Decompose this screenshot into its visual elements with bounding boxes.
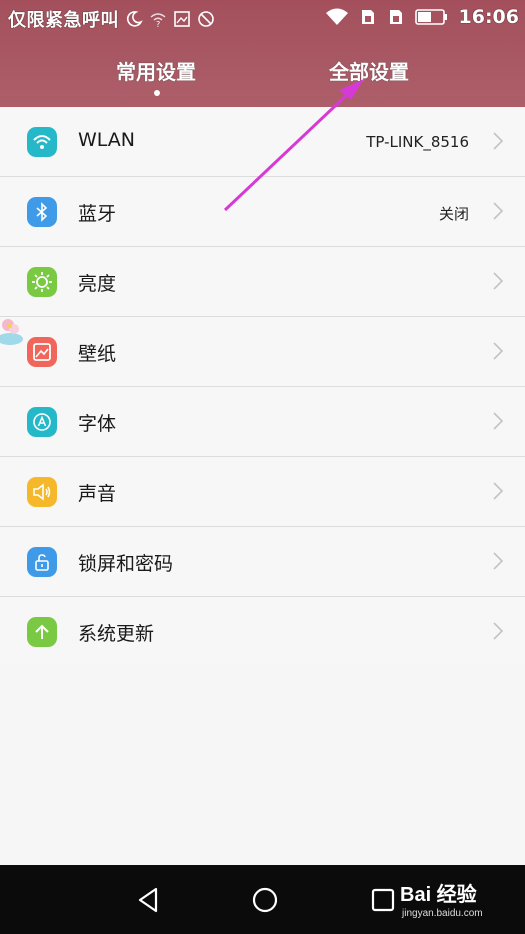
chevron-right-icon xyxy=(493,622,504,640)
update-icon xyxy=(27,617,57,647)
settings-item-value: 关闭 xyxy=(438,205,469,223)
sim-card-2-icon xyxy=(389,10,402,24)
no-disturb-icon xyxy=(198,11,214,27)
brightness-icon xyxy=(27,267,57,297)
status-bar: 仅限紧急呼叫 ? 16:06 xyxy=(0,0,525,38)
settings-item-wallpaper[interactable]: 壁纸 xyxy=(0,317,525,387)
settings-item-label: WLAN xyxy=(78,129,136,151)
settings-item-bluetooth[interactable]: 蓝牙 关闭 xyxy=(0,177,525,247)
tab-common-settings[interactable]: 常用设置 xyxy=(116,56,196,85)
chevron-right-icon xyxy=(493,482,504,500)
carrier-text: 仅限紧急呼叫 xyxy=(8,10,119,31)
settings-item-label: 壁纸 xyxy=(78,343,117,365)
wifi-icon xyxy=(27,127,57,157)
home-circle-icon[interactable] xyxy=(250,885,280,915)
chevron-right-icon xyxy=(493,552,504,570)
status-left: 仅限紧急呼叫 ? xyxy=(8,6,215,32)
settings-tabs: 常用设置 全部设置 xyxy=(0,52,525,102)
tab-all-settings[interactable]: 全部设置 xyxy=(329,56,409,85)
settings-item-label: 锁屏和密码 xyxy=(78,553,174,575)
clock: 16:06 xyxy=(458,6,519,28)
settings-item-sound[interactable]: 声音 xyxy=(0,457,525,527)
settings-item-label: 蓝牙 xyxy=(78,203,117,225)
chevron-right-icon xyxy=(493,202,504,220)
wallpaper-icon xyxy=(27,337,57,367)
watermark-logo: Bai 经验 xyxy=(400,884,477,906)
settings-item-system-update[interactable]: 系统更新 xyxy=(0,597,525,667)
wifi-question-icon: ? xyxy=(150,13,166,28)
settings-item-label: 系统更新 xyxy=(78,623,155,645)
flower-sticker-icon xyxy=(0,319,23,345)
bluetooth-icon xyxy=(27,197,57,227)
sim-card-icon xyxy=(361,10,374,24)
tab-indicator-dot xyxy=(154,90,160,96)
settings-list: WLAN TP-LINK_8516 蓝牙 关闭 亮度 壁纸 字体 声音 锁屏和密… xyxy=(0,107,525,667)
settings-item-label: 声音 xyxy=(78,483,117,505)
settings-item-label: 亮度 xyxy=(78,273,117,295)
status-right: 16:06 xyxy=(325,6,519,28)
recent-square-icon[interactable] xyxy=(368,885,398,915)
settings-item-font[interactable]: 字体 xyxy=(0,387,525,457)
chevron-right-icon xyxy=(493,412,504,430)
moon-icon xyxy=(126,11,143,27)
image-icon xyxy=(174,11,190,27)
settings-item-wlan[interactable]: WLAN TP-LINK_8516 xyxy=(0,107,525,177)
sound-icon xyxy=(27,477,57,507)
empty-area xyxy=(0,663,525,865)
chevron-right-icon xyxy=(493,132,504,150)
watermark-url: jingyan.baidu.com xyxy=(402,908,483,919)
settings-item-brightness[interactable]: 亮度 xyxy=(0,247,525,317)
app-header: 仅限紧急呼叫 ? 16:06 常用设置 全部设置 xyxy=(0,0,525,107)
settings-item-value: TP-LINK_8516 xyxy=(366,133,469,151)
settings-item-label: 字体 xyxy=(78,413,117,435)
settings-item-lock-screen[interactable]: 锁屏和密码 xyxy=(0,527,525,597)
chevron-right-icon xyxy=(493,342,504,360)
chevron-right-icon xyxy=(493,272,504,290)
font-icon xyxy=(27,407,57,437)
svg-text:?: ? xyxy=(156,20,160,28)
back-triangle-icon[interactable] xyxy=(134,885,164,915)
battery-icon xyxy=(414,9,447,25)
baidu-jingyan-watermark: Bai 经验 jingyan.baidu.com xyxy=(400,878,483,919)
wifi-icon xyxy=(325,8,348,25)
lock-icon xyxy=(27,547,57,577)
